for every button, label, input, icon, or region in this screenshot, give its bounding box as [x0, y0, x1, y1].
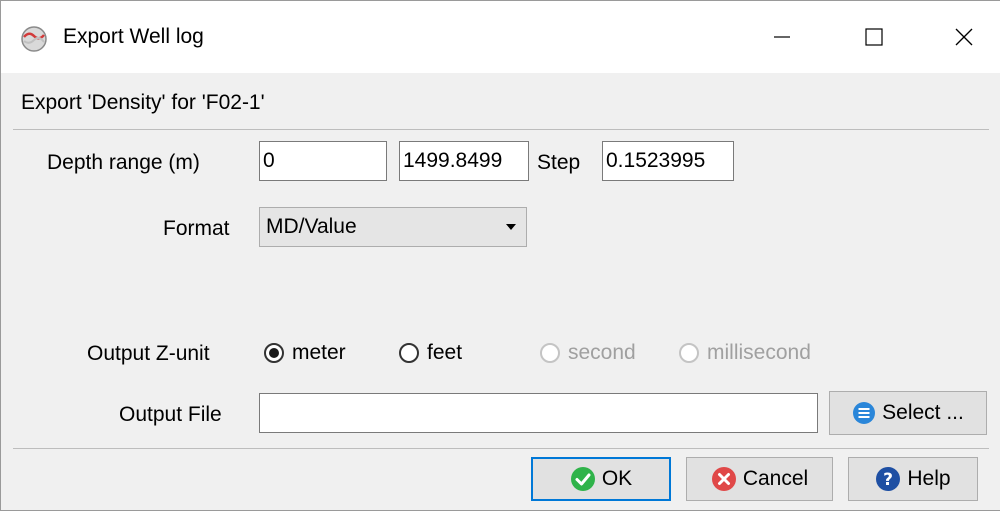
close-icon	[955, 28, 973, 46]
title-bar[interactable]: Export Well log	[1, 1, 1000, 73]
radio-unchecked-icon	[540, 343, 560, 363]
radio-second-label: second	[568, 341, 636, 364]
radio-feet-label: feet	[427, 341, 463, 364]
help-icon: ?	[876, 467, 901, 491]
svg-text:?: ?	[883, 470, 893, 490]
ok-button[interactable]: OK	[531, 457, 671, 501]
radio-feet[interactable]: feet	[399, 341, 462, 365]
radio-checked-icon	[264, 343, 284, 363]
radio-millisecond: millisecond	[679, 341, 811, 365]
dialog-subtitle: Export 'Density' for 'F02-1'	[21, 91, 265, 114]
step-input[interactable]: 0.1523995	[602, 141, 734, 181]
radio-meter[interactable]: meter	[264, 341, 346, 365]
radio-meter-label: meter	[292, 341, 346, 364]
ok-label: OK	[601, 467, 633, 490]
list-icon	[853, 402, 876, 424]
depth-stop-input[interactable]: 1499.8499	[399, 141, 529, 181]
output-zunit-label: Output Z-unit	[87, 342, 210, 365]
close-button[interactable]	[918, 1, 1000, 73]
depth-range-label: Depth range (m)	[47, 151, 200, 174]
dropdown-arrow-icon	[506, 224, 516, 230]
cancel-label: Cancel	[742, 467, 809, 490]
radio-unchecked-icon	[399, 343, 419, 363]
minimize-button[interactable]	[736, 1, 828, 73]
format-selected-value: MD/Value	[266, 215, 357, 238]
output-file-label: Output File	[119, 403, 222, 426]
window-title: Export Well log	[63, 25, 204, 48]
select-file-label: Select ...	[882, 401, 964, 424]
separator	[13, 448, 989, 449]
cancel-button[interactable]: Cancel	[686, 457, 833, 501]
radio-unchecked-icon	[679, 343, 699, 363]
format-select[interactable]: MD/Value	[259, 207, 527, 247]
select-file-button[interactable]: Select ...	[829, 391, 987, 435]
cancel-icon	[711, 467, 736, 491]
help-button[interactable]: ? Help	[848, 457, 978, 501]
maximize-icon	[865, 28, 883, 46]
output-file-input[interactable]	[259, 393, 818, 433]
format-label: Format	[163, 217, 230, 240]
check-icon	[570, 467, 595, 491]
export-well-log-dialog: Export Well log Export 'Density' for 'F0…	[0, 0, 1000, 511]
maximize-button[interactable]	[828, 1, 920, 73]
depth-start-input[interactable]: 0	[259, 141, 387, 181]
help-label: Help	[907, 467, 951, 490]
opendtect-icon	[19, 25, 49, 53]
step-label: Step	[537, 151, 581, 174]
separator	[13, 129, 989, 130]
minimize-icon	[774, 36, 790, 38]
radio-millisecond-label: millisecond	[707, 341, 811, 364]
radio-second: second	[540, 341, 636, 365]
